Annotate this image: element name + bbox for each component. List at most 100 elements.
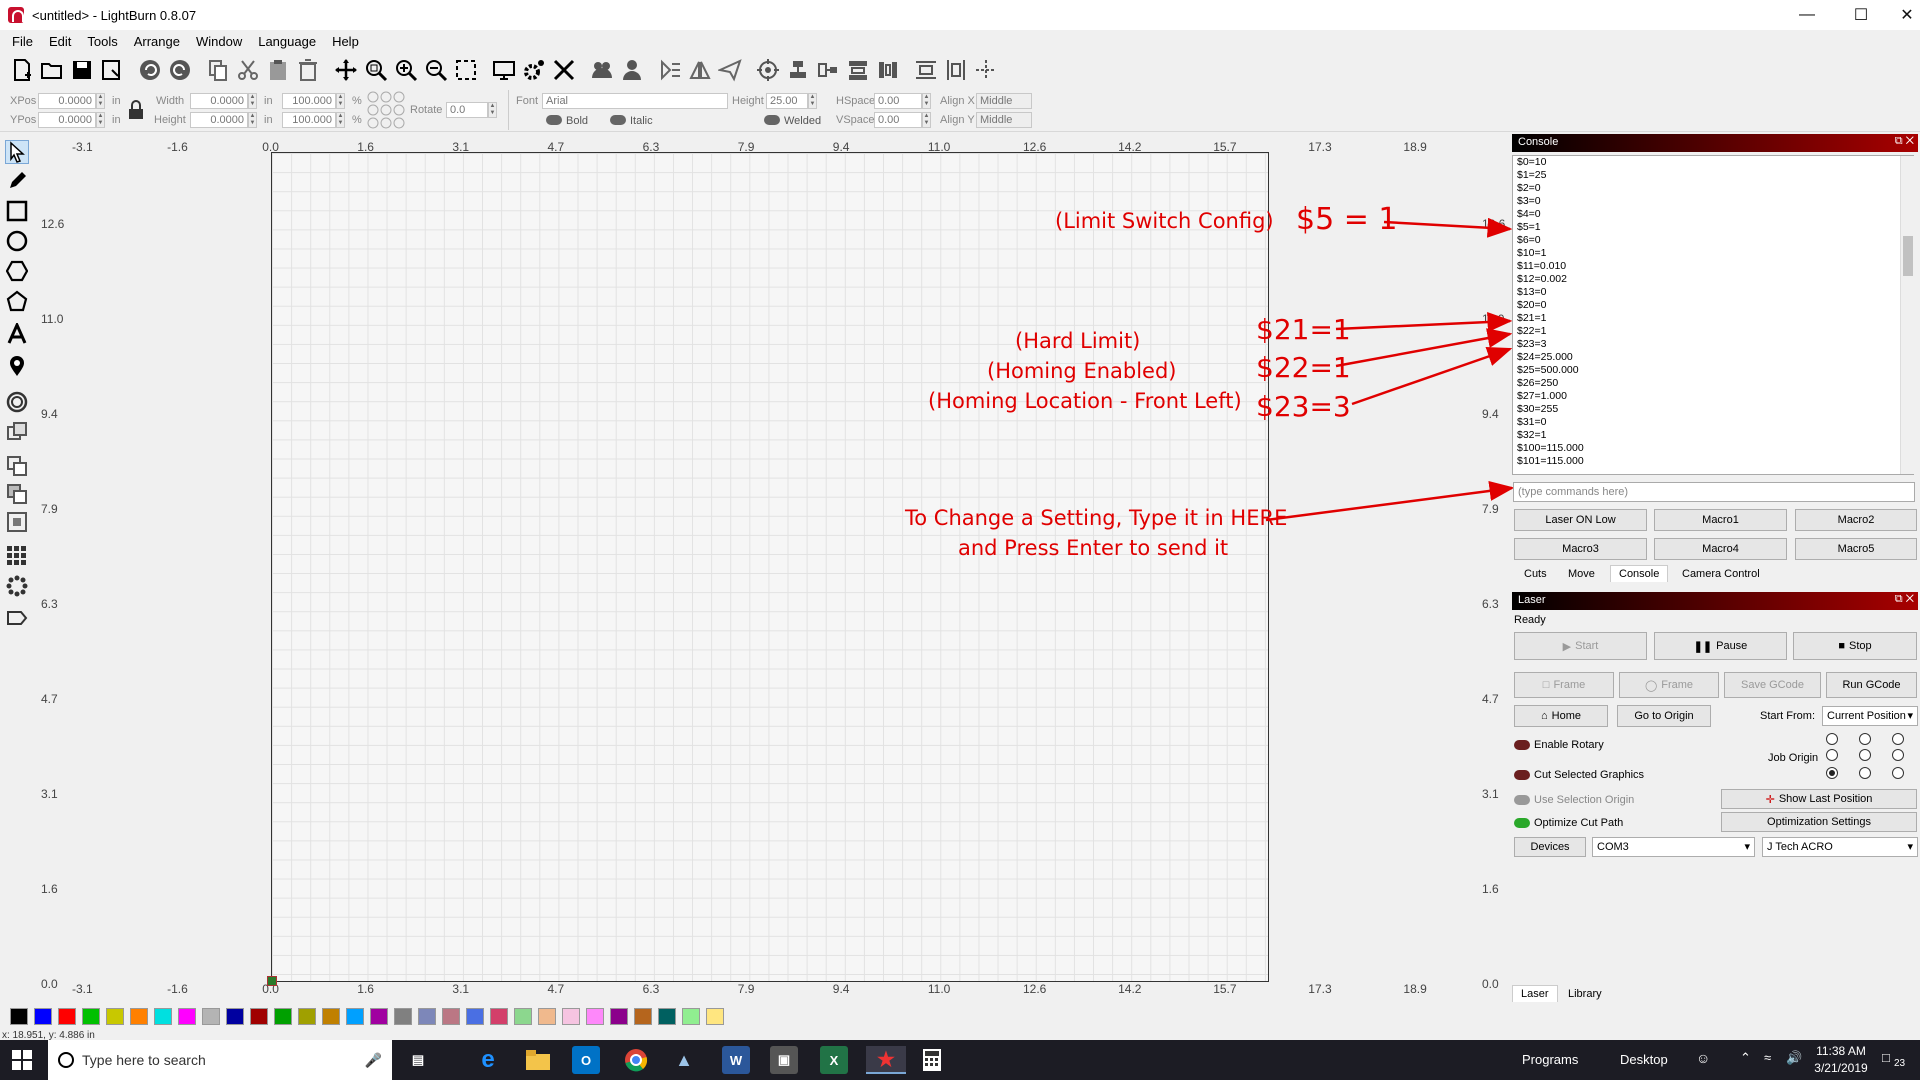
stop-button[interactable]: ■ Stop	[1793, 632, 1917, 660]
taskbar-date[interactable]: 3/21/2019	[1810, 1061, 1872, 1075]
device-select[interactable]: J Tech ACRO	[1762, 837, 1918, 857]
people-icon[interactable]: ☺	[1696, 1050, 1710, 1066]
optimize-cut-toggle[interactable]	[1514, 818, 1530, 828]
tab-camera-control[interactable]: Camera Control	[1674, 566, 1768, 582]
tab-library[interactable]: Library	[1560, 986, 1610, 1002]
task-view-icon[interactable]: ▤	[404, 1046, 432, 1074]
lightburn-taskbar-icon[interactable]: ★	[866, 1046, 906, 1074]
pause-button[interactable]: ❚❚ Pause	[1654, 632, 1787, 660]
notification-center-icon[interactable]: □	[1882, 1050, 1890, 1065]
enable-rotary-toggle[interactable]	[1514, 740, 1530, 750]
color-swatch[interactable]	[562, 1008, 580, 1025]
job-origin-middle-left[interactable]	[1826, 749, 1838, 761]
job-origin-bottom-center[interactable]	[1859, 767, 1871, 779]
color-swatch[interactable]	[610, 1008, 628, 1025]
color-swatch[interactable]	[346, 1008, 364, 1025]
laser-panel-float-close-icons[interactable]: ⧉ ✕	[1895, 593, 1914, 606]
go-to-origin-button[interactable]: Go to Origin	[1617, 705, 1711, 727]
color-swatch[interactable]	[178, 1008, 196, 1025]
tab-console[interactable]: Console	[1610, 565, 1669, 582]
color-swatch[interactable]	[274, 1008, 292, 1025]
color-swatch[interactable]	[538, 1008, 556, 1025]
color-swatch[interactable]	[490, 1008, 508, 1025]
tab-move[interactable]: Move	[1560, 566, 1603, 582]
job-origin-middle-right[interactable]	[1892, 749, 1904, 761]
color-swatch[interactable]	[82, 1008, 100, 1025]
start-button[interactable]: ▶ Start	[1514, 632, 1647, 660]
color-swatch[interactable]	[58, 1008, 76, 1025]
color-swatch[interactable]	[442, 1008, 460, 1025]
job-origin-middle-center[interactable]	[1859, 749, 1871, 761]
taskbar-desktop[interactable]: Desktop	[1620, 1052, 1668, 1067]
word-icon[interactable]: W	[722, 1046, 750, 1074]
enable-rotary-label: Enable Rotary	[1534, 739, 1604, 751]
color-swatch[interactable]	[34, 1008, 52, 1025]
job-origin-top-center[interactable]	[1859, 733, 1871, 745]
macro3-button[interactable]: Macro3	[1514, 538, 1647, 560]
color-swatch[interactable]	[250, 1008, 268, 1025]
color-swatch[interactable]	[706, 1008, 724, 1025]
macro5-button[interactable]: Macro5	[1795, 538, 1917, 560]
chrome-icon[interactable]	[622, 1046, 650, 1074]
app-icon-1[interactable]: ▲	[670, 1046, 698, 1074]
color-swatch[interactable]	[226, 1008, 244, 1025]
panel-float-close-icons[interactable]: ⧉ ✕	[1895, 135, 1914, 148]
color-swatch[interactable]	[418, 1008, 436, 1025]
console-command-input[interactable]: (type commands here)	[1513, 482, 1915, 502]
show-last-position-button[interactable]: ✛ Show Last Position	[1721, 789, 1917, 809]
home-button[interactable]: ⌂ Home	[1514, 705, 1608, 727]
job-origin-top-right[interactable]	[1892, 733, 1904, 745]
windows-start-icon[interactable]	[8, 1046, 36, 1074]
tab-laser[interactable]: Laser	[1512, 985, 1558, 1002]
color-swatch[interactable]	[298, 1008, 316, 1025]
calculator-icon[interactable]	[918, 1046, 946, 1074]
outlook-icon[interactable]: O	[572, 1046, 600, 1074]
macro-laser-on-low-button[interactable]: Laser ON Low	[1514, 509, 1647, 531]
volume-icon[interactable]: 🔊	[1786, 1050, 1802, 1066]
console-scrollbar[interactable]	[1900, 156, 1914, 474]
color-swatch[interactable]	[394, 1008, 412, 1025]
macro2-button[interactable]: Macro2	[1795, 509, 1917, 531]
job-origin-bottom-left[interactable]	[1826, 767, 1838, 779]
color-swatch[interactable]	[322, 1008, 340, 1025]
save-gcode-button[interactable]: Save GCode	[1724, 672, 1821, 698]
color-swatch[interactable]	[10, 1008, 28, 1025]
color-swatch[interactable]	[682, 1008, 700, 1025]
devices-button[interactable]: Devices	[1514, 837, 1586, 857]
macro4-button[interactable]: Macro4	[1654, 538, 1787, 560]
job-origin-bottom-right[interactable]	[1892, 767, 1904, 779]
edge-icon[interactable]: e	[474, 1046, 502, 1074]
excel-icon[interactable]: X	[820, 1046, 848, 1074]
frame-circle-button[interactable]: ◯ Frame	[1619, 672, 1719, 698]
start-from-select[interactable]: Current Position	[1822, 706, 1918, 726]
color-swatch[interactable]	[466, 1008, 484, 1025]
microphone-icon[interactable]: 🎤	[365, 1052, 382, 1069]
com-port-select[interactable]: COM3	[1592, 837, 1755, 857]
color-swatch[interactable]	[154, 1008, 172, 1025]
console-line: $30=255	[1517, 403, 1559, 415]
taskbar-search-box[interactable]: Type here to search 🎤	[48, 1040, 392, 1080]
frame-rect-button[interactable]: □ Frame	[1514, 672, 1614, 698]
optimization-settings-button[interactable]: Optimization Settings	[1721, 812, 1917, 832]
color-swatch[interactable]	[370, 1008, 388, 1025]
color-swatch[interactable]	[106, 1008, 124, 1025]
color-swatch[interactable]	[202, 1008, 220, 1025]
tab-cuts[interactable]: Cuts	[1516, 566, 1555, 582]
stop-label: Stop	[1849, 640, 1872, 652]
cut-selected-toggle[interactable]	[1514, 770, 1530, 780]
taskbar-time[interactable]: 11:38 AM	[1810, 1044, 1872, 1058]
network-icon[interactable]: ≈	[1764, 1050, 1771, 1065]
use-selection-origin-toggle[interactable]	[1514, 795, 1530, 805]
job-origin-top-left[interactable]	[1826, 733, 1838, 745]
app-icon-2[interactable]: ▣	[770, 1046, 798, 1074]
tray-chevron-icon[interactable]: ⌃	[1740, 1050, 1751, 1066]
macro1-button[interactable]: Macro1	[1654, 509, 1787, 531]
color-swatch[interactable]	[586, 1008, 604, 1025]
taskbar-programs[interactable]: Programs	[1522, 1052, 1578, 1067]
color-swatch[interactable]	[658, 1008, 676, 1025]
color-swatch[interactable]	[634, 1008, 652, 1025]
color-swatch[interactable]	[514, 1008, 532, 1025]
color-swatch[interactable]	[130, 1008, 148, 1025]
file-explorer-icon[interactable]	[524, 1046, 552, 1074]
run-gcode-button[interactable]: Run GCode	[1826, 672, 1917, 698]
